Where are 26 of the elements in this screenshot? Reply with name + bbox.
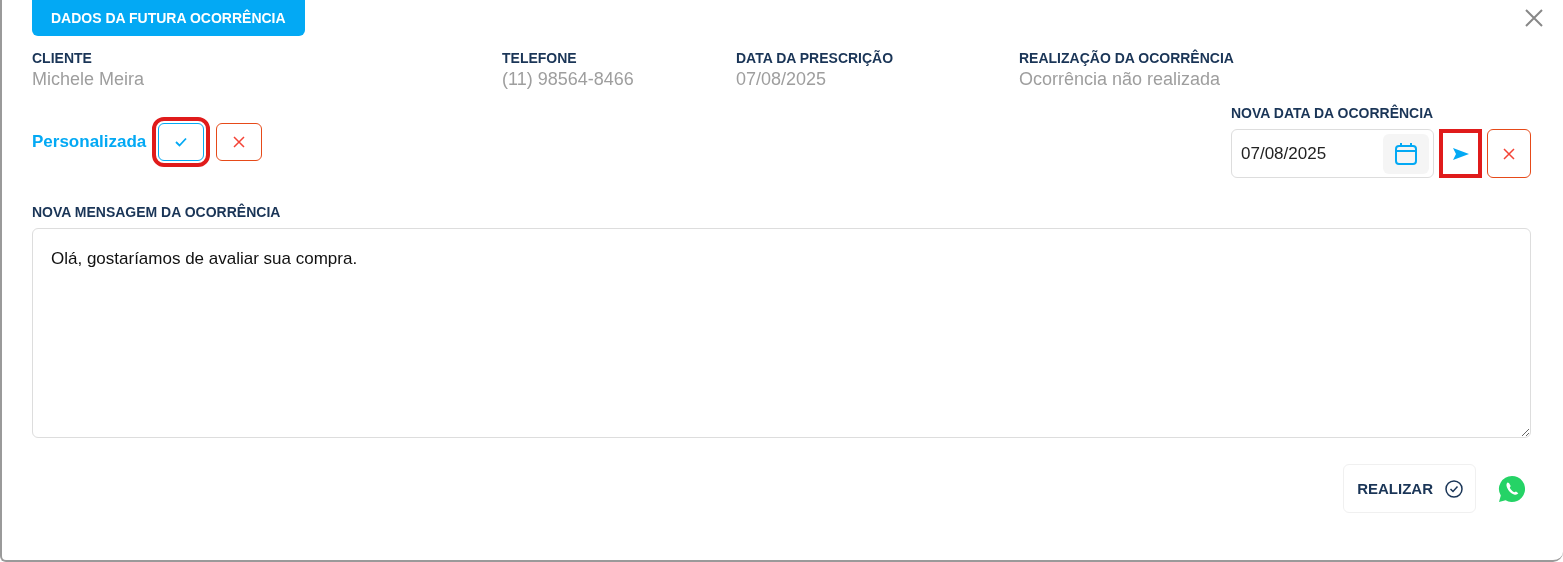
send-icon xyxy=(1452,147,1469,160)
field-value: Ocorrência não realizada xyxy=(1019,69,1222,90)
field-label: REALIZAÇÃO DA OCORRÊNCIA xyxy=(1019,50,1235,66)
cancel-button[interactable] xyxy=(1487,129,1531,178)
close-icon xyxy=(233,136,246,148)
calendar-icon xyxy=(1394,141,1418,166)
whatsapp-icon[interactable] xyxy=(1498,474,1526,503)
realizar-button[interactable]: REALIZAR xyxy=(1343,464,1476,513)
cancel-button[interactable] xyxy=(216,123,263,161)
date-field[interactable]: 07/08/2025 xyxy=(1231,129,1434,178)
field-value: 07/08/2025 xyxy=(736,69,828,90)
field-label: NOVA MENSAGEM DA OCORRÊNCIA xyxy=(32,204,282,220)
close-icon[interactable] xyxy=(1525,9,1543,27)
message-field[interactable]: Olá, gostaríamos de avaliar sua compra. xyxy=(32,228,1531,438)
calendar-button[interactable] xyxy=(1383,133,1429,174)
send-button[interactable] xyxy=(1439,129,1482,178)
close-icon xyxy=(1503,147,1515,160)
field-label: NOVA DATA DA OCORRÊNCIA xyxy=(1231,105,1435,121)
custom-label: Personalizada xyxy=(32,132,147,152)
field-label: DATA DA PRESCRIÇÃO xyxy=(736,50,895,66)
field-label: CLIENTE xyxy=(32,50,93,66)
field-value: (11) 98564-8466 xyxy=(502,69,635,90)
check-circle-icon xyxy=(1445,479,1463,498)
field-label: TELEFONE xyxy=(502,50,578,66)
field-value: Michele Meira xyxy=(32,69,146,90)
check-icon xyxy=(175,137,188,147)
